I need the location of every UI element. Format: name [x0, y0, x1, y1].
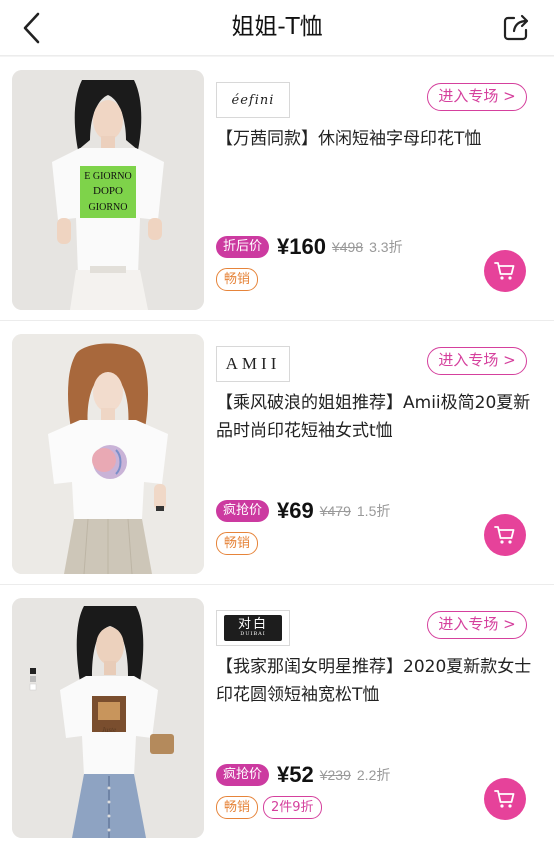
original-price: ¥239: [319, 767, 351, 783]
shirt-print-line: E GIORNO: [84, 171, 132, 182]
discount-rate: 2.2折: [356, 767, 391, 783]
cart-icon: [494, 262, 515, 280]
product-title[interactable]: 【万茜同款】休闲短袖字母印花T恤: [216, 125, 536, 153]
brand-logo-text: 对白: [237, 617, 268, 632]
product-image[interactable]: E GIORNO DOPO GIORNO: [12, 70, 204, 310]
product-title[interactable]: 【乘风破浪的姐姐推荐】Amii极简20夏新品时尚印花短袖女式t恤: [216, 389, 536, 445]
badge-row: 畅销: [216, 268, 263, 291]
enter-store-button[interactable]: 进入专场 >: [427, 611, 527, 639]
discount-rate: 3.3折: [369, 239, 403, 255]
sale-price: ¥160: [277, 234, 326, 259]
brand-logo-subtext: DUIBAI: [240, 631, 266, 637]
product-list: E GIORNO DOPO GIORNO éefini 进入专场 > 【万茜同款…: [0, 57, 554, 847]
original-price: ¥479: [319, 503, 351, 519]
product-card[interactable]: Juste 对白 DUIBAI 进入专场 > 【我家那闺女明星推荐】2020夏新…: [0, 585, 554, 847]
price-row: 疯抢价 ¥52 ¥239 2.2折: [216, 760, 390, 790]
promo-badge: 2件9折: [263, 796, 322, 819]
brand-logo[interactable]: éefini: [216, 82, 290, 118]
hot-sale-badge: 畅销: [216, 796, 259, 819]
share-icon: [503, 14, 529, 41]
product-title[interactable]: 【我家那闺女明星推荐】2020夏新款女士印花圆领短袖宽松T恤: [216, 653, 536, 709]
add-to-cart-button[interactable]: [484, 778, 526, 820]
badge-row: 畅销: [216, 532, 263, 555]
price-row: 折后价 ¥160 ¥498 3.3折: [216, 232, 403, 262]
sale-price: ¥52: [277, 762, 314, 787]
enter-store-button[interactable]: 进入专场 >: [427, 83, 527, 111]
price-tag: 疯抢价: [216, 500, 270, 522]
cart-icon: [494, 526, 515, 544]
product-card[interactable]: AMII 进入专场 > 【乘风破浪的姐姐推荐】Amii极简20夏新品时尚印花短袖…: [0, 321, 554, 585]
product-card[interactable]: E GIORNO DOPO GIORNO éefini 进入专场 > 【万茜同款…: [0, 57, 554, 321]
shirt-print-line: GIORNO: [89, 202, 128, 213]
price-tag: 疯抢价: [216, 764, 270, 786]
product-image[interactable]: Juste: [12, 598, 204, 838]
share-button[interactable]: [500, 12, 532, 44]
price-row: 疯抢价 ¥69 ¥479 1.5折: [216, 496, 390, 526]
hot-sale-badge: 畅销: [216, 268, 259, 291]
hot-sale-badge: 畅销: [216, 532, 259, 555]
brand-logo[interactable]: 对白 DUIBAI: [216, 610, 290, 646]
product-image[interactable]: [12, 334, 204, 574]
price-tag: 折后价: [216, 236, 270, 258]
discount-rate: 1.5折: [356, 503, 391, 519]
svg-text:Juste: Juste: [102, 726, 116, 734]
cart-icon: [494, 790, 515, 808]
brand-logo-mark: 对白 DUIBAI: [224, 615, 282, 641]
top-bar: 姐姐-T恤: [0, 0, 554, 56]
badge-row: 畅销 2件9折: [216, 796, 327, 819]
page-title: 姐姐-T恤: [231, 14, 323, 40]
add-to-cart-button[interactable]: [484, 514, 526, 556]
sale-price: ¥69: [277, 498, 314, 523]
enter-store-button[interactable]: 进入专场 >: [427, 347, 527, 375]
add-to-cart-button[interactable]: [484, 250, 526, 292]
brand-logo[interactable]: AMII: [216, 346, 290, 382]
original-price: ¥498: [331, 239, 364, 255]
shirt-print-line: DOPO: [93, 185, 123, 197]
